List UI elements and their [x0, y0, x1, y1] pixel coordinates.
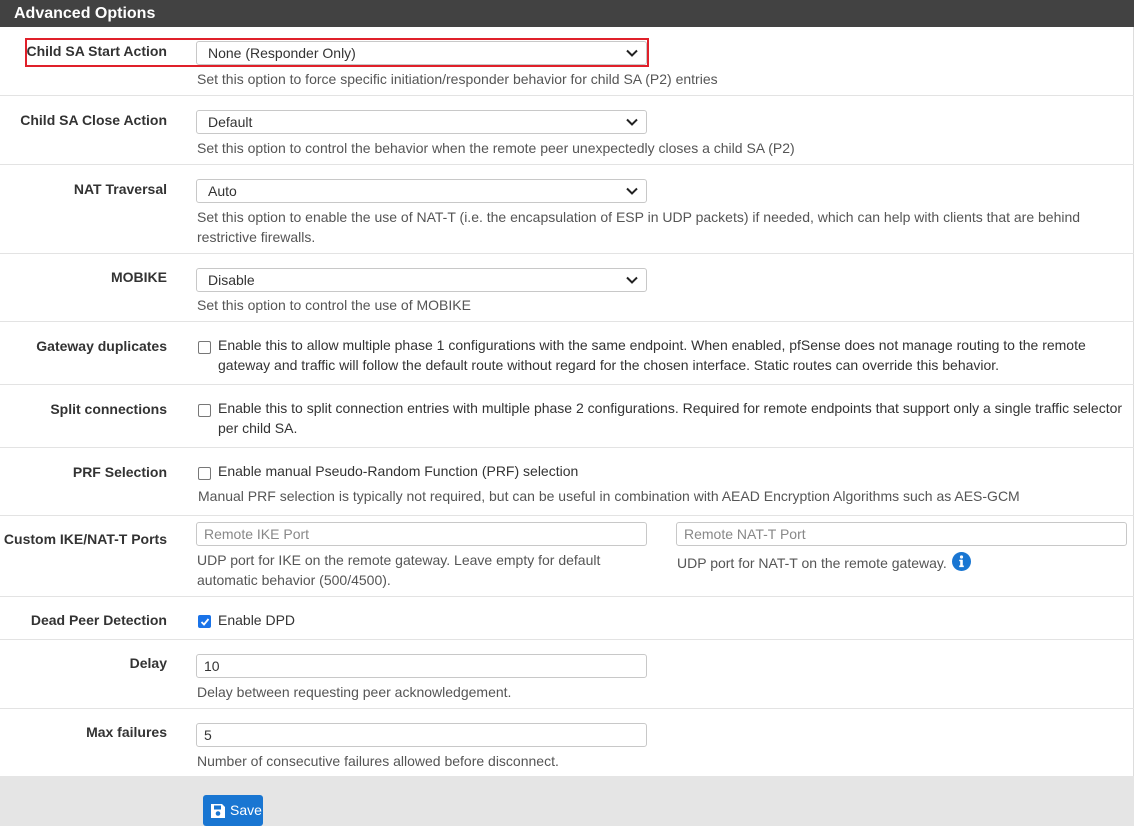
child-sa-close-action-value: Default [208, 114, 253, 130]
row-max-failures: Max failures 5 Number of consecutive fai… [0, 709, 1134, 776]
mobike-select[interactable]: Disable [196, 268, 647, 292]
panel-title: Advanced Options [0, 0, 1134, 27]
mobike-label: MOBIKE [111, 269, 167, 285]
custom-ports-label: Custom IKE/NAT-T Ports [3, 531, 167, 547]
split-connections-text-line2: per child SA. [218, 420, 298, 436]
delay-help: Delay between requesting peer acknowledg… [197, 684, 512, 700]
nat-traversal-select[interactable]: Auto [196, 179, 647, 203]
child-sa-close-action-help: Set this option to control the behavior … [197, 140, 795, 156]
enable-dpd-text: Enable DPD [218, 612, 296, 628]
row-mobike: MOBIKE Disable Set this option to contro… [0, 254, 1134, 322]
child-sa-start-action-help: Set this option to force specific initia… [197, 71, 718, 87]
nat-traversal-value: Auto [208, 183, 237, 199]
floppy-disk-icon [211, 804, 225, 818]
save-button-label: Save [230, 802, 262, 818]
advanced-options-panel: Advanced Options Child SA Start Action N… [0, 0, 1134, 776]
row-delay: Delay 10 Delay between requesting peer a… [0, 640, 1134, 709]
nat-traversal-help-line2: restrictive firewalls. [197, 229, 316, 245]
split-connections-text-line1: Enable this to split connection entries … [218, 400, 1123, 416]
save-button[interactable]: Save [203, 795, 263, 826]
row-gateway-duplicates: Gateway duplicates Enable this to allow … [0, 322, 1134, 385]
nat-traversal-label: NAT Traversal [73, 181, 167, 197]
remote-ike-port-input[interactable]: Remote IKE Port [196, 522, 647, 546]
remote-natt-port-help: UDP port for NAT-T on the remote gateway… [677, 555, 947, 571]
prf-selection-help: Manual PRF selection is typically not re… [198, 488, 1020, 504]
child-sa-close-action-label: Child SA Close Action [20, 112, 167, 128]
nat-traversal-help-line1: Set this option to enable the use of NAT… [197, 209, 1081, 225]
gateway-duplicates-text-line2: gateway and traffic will follow the defa… [218, 357, 1000, 373]
chevron-down-icon [626, 118, 638, 126]
prf-selection-text: Enable manual Pseudo-Random Function (PR… [218, 463, 579, 479]
highlight-box [25, 38, 649, 67]
max-failures-help: Number of consecutive failures allowed b… [197, 753, 559, 769]
row-dead-peer-detection: Dead Peer Detection Enable DPD [0, 597, 1134, 640]
delay-label: Delay [129, 655, 167, 671]
chevron-down-icon [626, 276, 638, 284]
chevron-down-icon [626, 187, 638, 195]
row-child-sa-close-action: Child SA Close Action Default Set this o… [0, 96, 1134, 165]
mobike-value: Disable [208, 272, 255, 288]
dead-peer-detection-label: Dead Peer Detection [30, 612, 167, 628]
remote-ike-port-help-line1: UDP port for IKE on the remote gateway. … [197, 552, 601, 568]
max-failures-input[interactable]: 5 [196, 723, 647, 747]
gateway-duplicates-label: Gateway duplicates [36, 338, 167, 354]
split-connections-checkbox[interactable] [198, 404, 211, 417]
gateway-duplicates-text-line1: Enable this to allow multiple phase 1 co… [218, 337, 1086, 353]
mobike-help: Set this option to control the use of MO… [197, 297, 471, 313]
checkmark-icon [200, 618, 210, 626]
row-split-connections: Split connections Enable this to split c… [0, 385, 1134, 448]
enable-dpd-checkbox[interactable] [198, 615, 211, 628]
child-sa-close-action-select[interactable]: Default [196, 110, 647, 134]
delay-input[interactable]: 10 [196, 654, 647, 678]
info-icon[interactable] [952, 552, 971, 571]
max-failures-label: Max failures [86, 724, 167, 740]
remote-ike-port-help-line2: automatic behavior (500/4500). [197, 572, 391, 588]
prf-selection-checkbox[interactable] [198, 467, 211, 480]
row-prf-selection: PRF Selection Enable manual Pseudo-Rando… [0, 448, 1134, 516]
split-connections-label: Split connections [50, 401, 167, 417]
row-nat-traversal: NAT Traversal Auto Set this option to en… [0, 165, 1134, 254]
remote-natt-port-input[interactable]: Remote NAT-T Port [676, 522, 1127, 546]
prf-selection-label: PRF Selection [72, 464, 167, 480]
gateway-duplicates-checkbox[interactable] [198, 341, 211, 354]
